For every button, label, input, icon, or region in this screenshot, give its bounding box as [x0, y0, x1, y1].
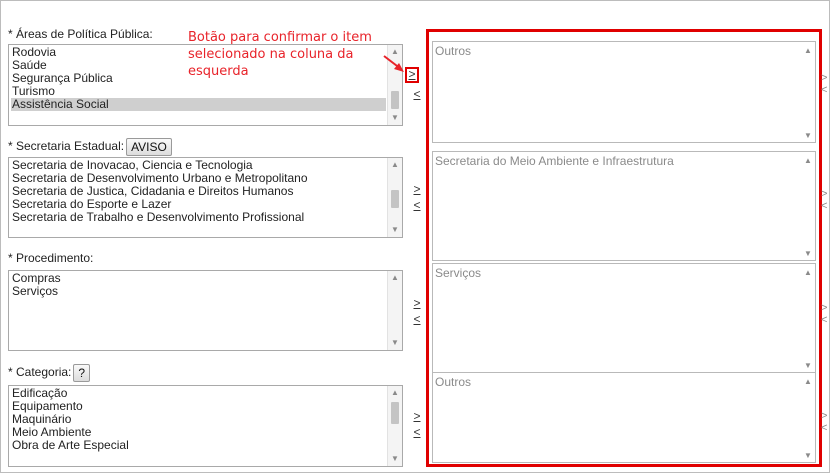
categoria-label: * Categoria: [8, 365, 72, 380]
clipped-add-button[interactable]: > [821, 72, 830, 84]
scrollbar[interactable]: ▲ ▼ [801, 42, 815, 142]
clipped-edge-buttons[interactable]: > < [821, 72, 830, 96]
annotation-text: Botão para confirmar o item selecionado … [188, 29, 372, 80]
categoria-scrollbar[interactable]: ▲ ▼ [387, 386, 402, 466]
scrollbar-thumb[interactable] [391, 402, 399, 424]
annotation-line: esquerda [188, 64, 249, 79]
categoria-listbox[interactable]: Edificação Equipamento Maquinário Meio A… [8, 385, 403, 467]
clipped-remove-button[interactable]: < [821, 200, 830, 212]
areas-label: * Áreas de Política Pública: [8, 27, 153, 41]
scroll-up-icon[interactable]: ▲ [388, 387, 402, 399]
scroll-up-icon[interactable]: ▲ [801, 46, 815, 55]
scrollbar-thumb[interactable] [391, 91, 399, 109]
add-procedimento-button[interactable]: > [411, 297, 423, 311]
selected-item[interactable]: Outros [435, 375, 471, 389]
scroll-down-icon[interactable]: ▼ [801, 451, 815, 460]
selected-column-highlight: Outros ▲ ▼ Secretaria do Meio Ambiente e… [426, 29, 822, 467]
selected-item[interactable]: Secretaria do Meio Ambiente e Infraestru… [435, 154, 674, 168]
clipped-remove-button[interactable]: < [821, 422, 830, 434]
procedimento-label: * Procedimento: [8, 251, 94, 265]
secretaria-scrollbar[interactable]: ▲ ▼ [387, 158, 402, 237]
add-secretaria-button[interactable]: > [411, 183, 423, 197]
selected-secretaria-listbox[interactable]: Secretaria do Meio Ambiente e Infraestru… [432, 151, 816, 261]
list-item[interactable]: Obra de Arte Especial [11, 439, 386, 452]
secretaria-listbox[interactable]: Secretaria de Inovacao, Ciencia e Tecnol… [8, 157, 403, 238]
clipped-add-button[interactable]: > [821, 188, 830, 200]
scrollbar-thumb[interactable] [391, 190, 399, 208]
selected-procedimento-listbox[interactable]: Serviços ▲ ▼ [432, 263, 816, 373]
scroll-up-icon[interactable]: ▲ [801, 377, 815, 386]
selected-item[interactable]: Outros [435, 44, 471, 58]
clipped-add-button[interactable]: > [821, 410, 830, 422]
aviso-button[interactable]: AVISO [126, 138, 172, 156]
secretaria-label-row: * Secretaria Estadual: AVISO [8, 138, 172, 156]
list-item-selected[interactable]: Assistência Social [11, 98, 386, 111]
scroll-down-icon[interactable]: ▼ [388, 337, 402, 349]
scroll-down-icon[interactable]: ▼ [801, 361, 815, 370]
clipped-add-button[interactable]: > [821, 302, 830, 314]
scroll-down-icon[interactable]: ▼ [388, 112, 402, 124]
list-item[interactable]: Secretaria de Trabalho e Desenvolvimento… [11, 211, 386, 224]
scroll-down-icon[interactable]: ▼ [388, 224, 402, 236]
clipped-edge-buttons[interactable]: > < [821, 410, 830, 434]
clipped-remove-button[interactable]: < [821, 84, 830, 96]
clipped-edge-buttons[interactable]: > < [821, 302, 830, 326]
scroll-down-icon[interactable]: ▼ [801, 131, 815, 140]
secretaria-label: * Secretaria Estadual: [8, 139, 125, 154]
scrollbar[interactable]: ▲ ▼ [801, 152, 815, 260]
scroll-up-icon[interactable]: ▲ [801, 156, 815, 165]
scroll-up-icon[interactable]: ▲ [388, 159, 402, 171]
list-item[interactable]: Compras [11, 272, 386, 285]
remove-secretaria-button[interactable]: < [411, 199, 423, 213]
help-button[interactable]: ? [73, 364, 91, 382]
annotation-line: selecionado na coluna da [188, 47, 354, 62]
selected-categoria-listbox[interactable]: Outros ▲ ▼ [432, 372, 816, 463]
red-arrow-icon [383, 55, 404, 72]
clipped-remove-button[interactable]: < [821, 314, 830, 326]
scroll-up-icon[interactable]: ▲ [388, 272, 402, 284]
remove-procedimento-button[interactable]: < [411, 313, 423, 327]
scroll-down-icon[interactable]: ▼ [388, 453, 402, 465]
add-categoria-button[interactable]: > [411, 410, 423, 424]
scrollbar[interactable]: ▲ ▼ [801, 373, 815, 462]
selected-item[interactable]: Serviços [435, 266, 481, 280]
scroll-up-icon[interactable]: ▲ [801, 268, 815, 277]
list-item[interactable]: Serviços [11, 285, 386, 298]
selected-areas-listbox[interactable]: Outros ▲ ▼ [432, 41, 816, 143]
scrollbar[interactable]: ▲ ▼ [801, 264, 815, 372]
procedimento-listbox[interactable]: Compras Serviços ▲ ▼ [8, 270, 403, 351]
remove-categoria-button[interactable]: < [411, 426, 423, 440]
clipped-edge-buttons[interactable]: > < [821, 188, 830, 212]
categoria-label-row: * Categoria:? [8, 364, 91, 382]
scroll-down-icon[interactable]: ▼ [801, 249, 815, 258]
remove-areas-button[interactable]: < [411, 88, 423, 102]
annotation-line: Botão para confirmar o item [188, 30, 372, 45]
procedimento-scrollbar[interactable]: ▲ ▼ [387, 271, 402, 350]
